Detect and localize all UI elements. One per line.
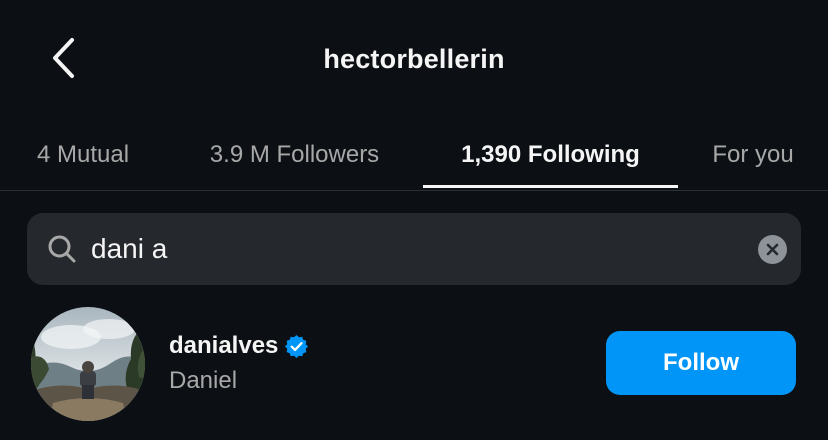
follow-button[interactable]: Follow: [606, 331, 796, 395]
username-link[interactable]: danialves: [169, 332, 309, 360]
tab-followers[interactable]: 3.9 M Followers: [166, 120, 423, 190]
avatar[interactable]: [31, 307, 145, 421]
tab-bar: 4 Mutual 3.9 M Followers 1,390 Following…: [0, 120, 828, 191]
tab-mutual[interactable]: 4 Mutual: [0, 120, 166, 190]
search-bar[interactable]: [27, 213, 801, 285]
tab-following[interactable]: 1,390 Following: [423, 120, 678, 190]
verified-badge-icon: [285, 334, 309, 358]
tab-for-you[interactable]: For you: [678, 120, 828, 190]
clear-icon: [766, 243, 779, 256]
full-name: Daniel: [169, 367, 238, 394]
page-title: hectorbellerin: [323, 44, 505, 74]
search-input[interactable]: [91, 227, 731, 271]
profile-photo-image: [31, 307, 145, 421]
active-tab-indicator: [423, 185, 678, 188]
clear-search-button[interactable]: [758, 235, 787, 264]
username: danialves: [169, 332, 279, 359]
list-item[interactable]: danialves Daniel Follow: [0, 300, 828, 430]
search-icon: [48, 235, 76, 263]
top-bar: hectorbellerin: [0, 0, 828, 120]
